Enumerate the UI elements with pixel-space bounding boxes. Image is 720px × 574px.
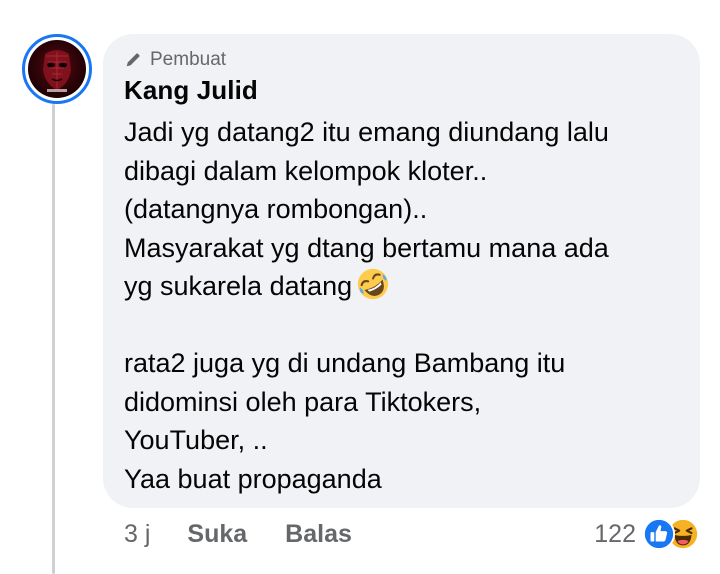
reply-button[interactable]: Balas bbox=[285, 520, 352, 549]
comment-actions: 3 j Suka Balas bbox=[124, 520, 352, 549]
avatar-image bbox=[28, 40, 86, 98]
comment-line: Yaa buat propaganda bbox=[124, 463, 382, 494]
comment-line: didominsi oleh para Tiktokers, bbox=[124, 386, 482, 417]
timestamp[interactable]: 3 j bbox=[124, 520, 150, 549]
comment-line-with-emoji: yg sukarela datang bbox=[124, 267, 694, 306]
role-badge-label: Pembuat bbox=[150, 49, 227, 70]
reply-thread-line bbox=[52, 104, 55, 574]
comment-line: yg sukarela datang bbox=[124, 271, 353, 301]
comment-blank-line bbox=[124, 306, 694, 345]
comment-line: YouTuber, .. bbox=[124, 425, 268, 455]
avatar[interactable] bbox=[22, 34, 92, 104]
comment-text: Jadi yg datang2 itu emang diundang lalu … bbox=[124, 113, 694, 498]
mask-face-icon bbox=[43, 50, 71, 92]
reaction-summary[interactable]: 122 bbox=[594, 517, 700, 551]
author-name[interactable]: Kang Julid bbox=[124, 75, 258, 106]
comment-line: Jadi yg datang2 itu emang diundang lalu bbox=[124, 117, 609, 147]
author-role-badge: Pembuat bbox=[124, 49, 226, 71]
reaction-count: 122 bbox=[594, 519, 636, 548]
comment-line: Masyarakat yg dtang bertamu mana ada bbox=[124, 232, 609, 263]
reaction-icons bbox=[642, 517, 700, 551]
comment-line: (datangnya rombongan).. bbox=[124, 194, 428, 224]
like-reaction-icon bbox=[642, 517, 676, 551]
rolling-laughing-emoji-icon bbox=[358, 268, 389, 300]
comment-line: dibagi dalam kelompok kloter.. bbox=[124, 155, 488, 186]
pencil-icon bbox=[126, 53, 140, 67]
comment-line: rata2 juga yg di undang Bambang itu bbox=[124, 348, 566, 378]
like-button[interactable]: Suka bbox=[187, 520, 247, 549]
